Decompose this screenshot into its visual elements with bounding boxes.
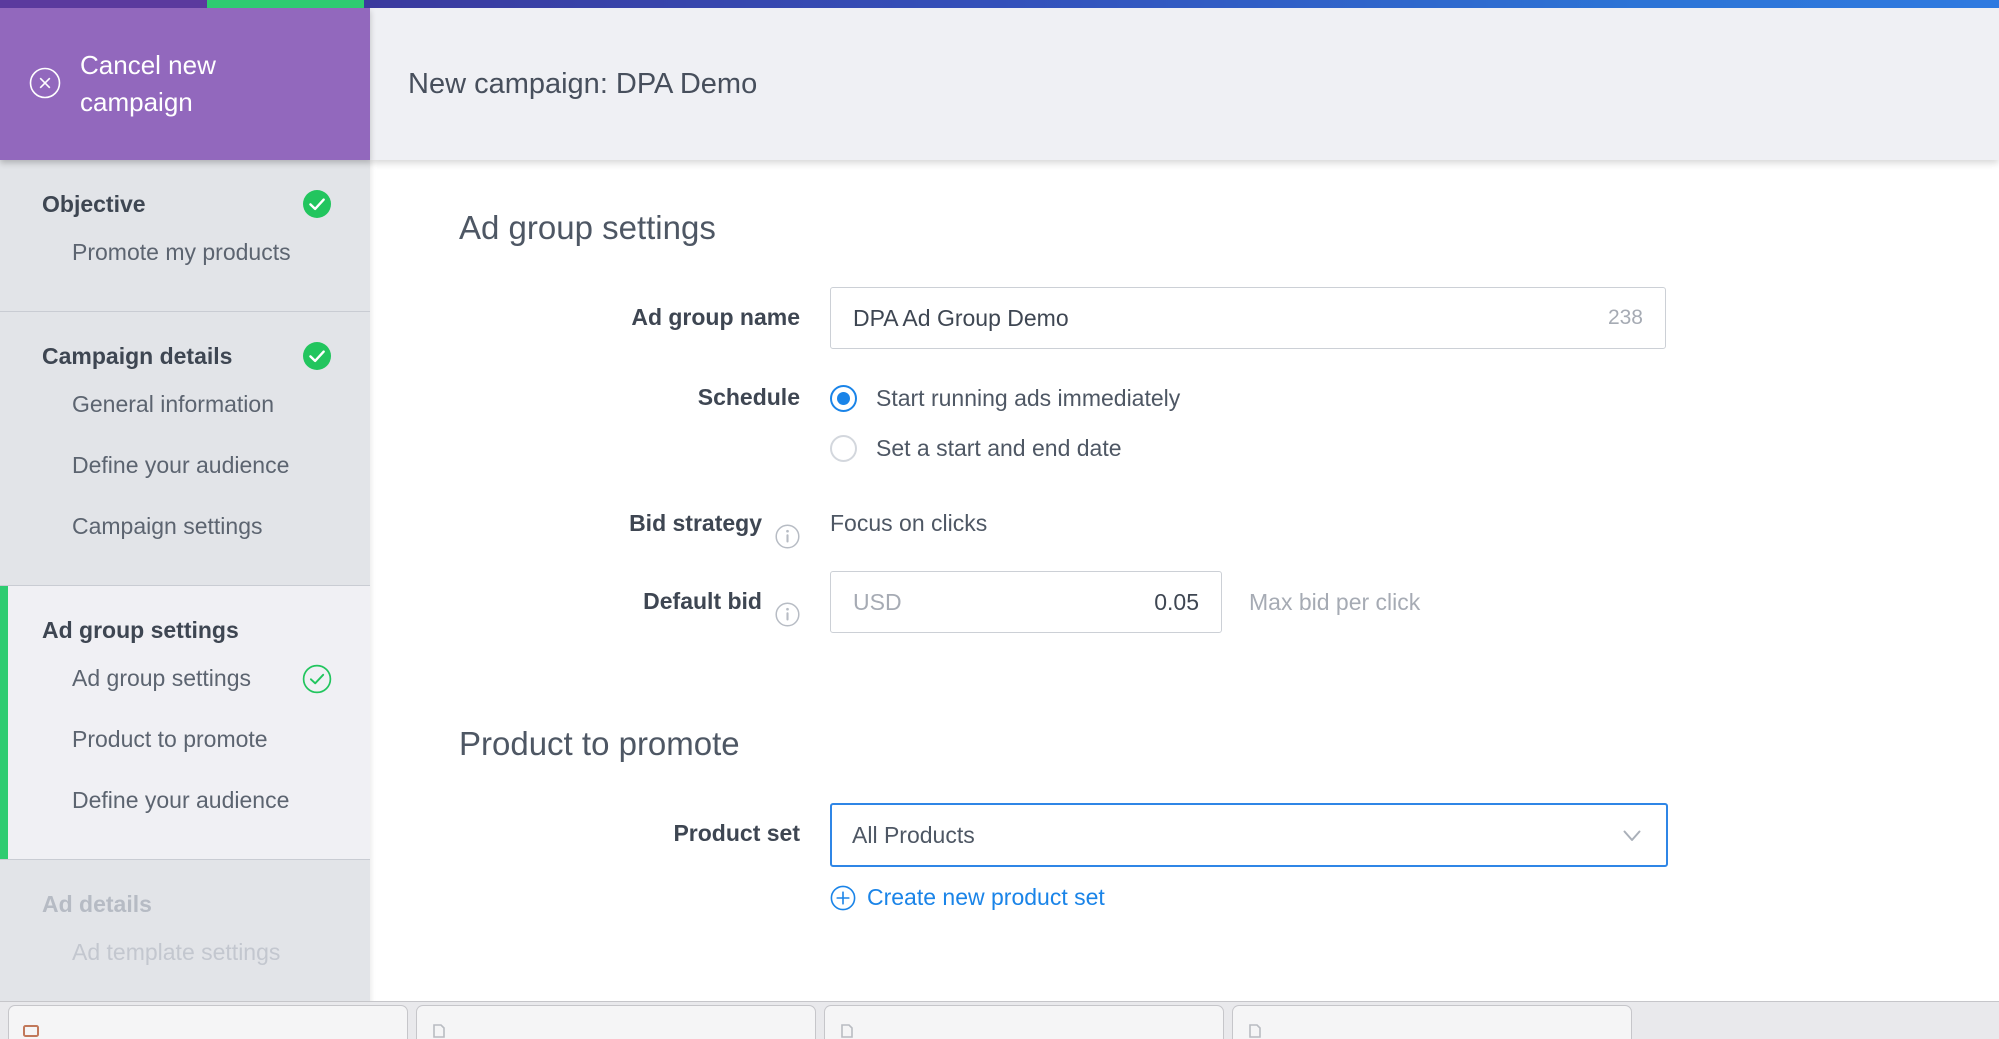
bid-strategy-label: Bid strategy [629, 510, 762, 536]
info-icon[interactable] [775, 511, 800, 549]
sidebar-item-label: Product to promote [72, 726, 268, 752]
radio-start-immediately[interactable]: Start running ads immediately [830, 373, 1180, 423]
bid-strategy-label-wrap: Bid strategy [370, 493, 800, 553]
check-outline-icon [302, 664, 332, 694]
schedule-field-wrap: Start running ads immediately Set a star… [830, 367, 1180, 473]
sidebar-section-label: Ad group settings [42, 616, 239, 643]
favicon-icon [21, 1021, 41, 1039]
check-filled-icon [302, 341, 332, 371]
sidebar-section-ad-group-settings[interactable]: Ad group settings Ad group settings Prod… [0, 586, 370, 860]
sidebar-item-label: Ad template settings [72, 939, 281, 965]
radio-label: Set a start and end date [876, 434, 1122, 461]
check-filled-icon [302, 189, 332, 219]
sidebar-section-title-ad-group-settings[interactable]: Ad group settings [0, 612, 370, 648]
info-icon[interactable] [775, 589, 800, 627]
favicon-icon [1245, 1021, 1265, 1039]
browser-tab[interactable] [8, 1005, 408, 1039]
favicon-icon [429, 1021, 449, 1039]
radio-set-start-end-date[interactable]: Set a start and end date [830, 423, 1180, 473]
product-set-value: All Products [852, 821, 975, 848]
sidebar-section-title-ad-details: Ad details [0, 886, 370, 922]
sidebar-item-label: Define your audience [72, 787, 290, 813]
sidebar-item-product-to-promote[interactable]: Product to promote [0, 709, 370, 770]
cancel-new-campaign-label: Cancel new campaign [80, 50, 216, 117]
sidebar-item-label: Define your audience [72, 452, 290, 478]
product-set-select[interactable]: All Products [830, 803, 1668, 867]
sidebar-item-general-information[interactable]: General information [0, 374, 370, 435]
default-bid-label-wrap: Default bid [370, 571, 800, 631]
ad-group-name-char-counter: 238 [1607, 306, 1643, 329]
plus-circle-icon [830, 885, 856, 911]
product-to-promote-heading: Product to promote [459, 725, 740, 762]
radio-unselected-icon [830, 434, 857, 462]
default-bid-currency: USD [853, 588, 902, 615]
ad-group-settings-heading: Ad group settings [459, 209, 716, 246]
browser-tab[interactable] [1232, 1005, 1632, 1039]
browser-tab-strip[interactable] [0, 1001, 1999, 1039]
sidebar-item-define-your-audience-adgroup[interactable]: Define your audience [0, 770, 370, 831]
bid-strategy-value: Focus on clicks [830, 510, 988, 536]
default-bid-field-wrap: USD 0.05 Max bid per click [830, 571, 1420, 633]
product-set-field-wrap: All Products [830, 803, 1668, 867]
page-title: New campaign: DPA Demo [408, 67, 758, 100]
main-content: Ad group settings Ad group name DPA Ad G… [370, 160, 1999, 1039]
app-root: Cancel new campaign New campaign: DPA De… [0, 0, 1999, 1039]
browser-tab[interactable] [416, 1005, 816, 1039]
favicon-icon [837, 1021, 857, 1039]
radio-label: Start running ads immediately [876, 384, 1181, 411]
radio-selected-icon [830, 384, 857, 412]
campaign-progress-bar [0, 0, 1999, 8]
sidebar-item-label: Ad group settings [72, 665, 252, 691]
ad-group-name-label: Ad group name [631, 304, 800, 330]
close-circle-icon [28, 66, 62, 100]
sidebar-section-objective[interactable]: Objective Promote my products [0, 160, 370, 312]
field-row-default-bid: Default bid USD 0.05 Max bid per click [370, 571, 1999, 633]
default-bid-input[interactable]: USD 0.05 [830, 571, 1222, 633]
progress-segment-campaign-details [207, 0, 364, 8]
sidebar-item-campaign-settings[interactable]: Campaign settings [0, 496, 370, 557]
ad-group-name-field-wrap: DPA Ad Group Demo 238 [830, 287, 1666, 349]
ad-group-name-value: DPA Ad Group Demo [853, 304, 1069, 331]
field-row-schedule: Schedule Start running ads immediately S… [370, 367, 1999, 473]
page-header: New campaign: DPA Demo [370, 8, 1999, 160]
default-bid-amount: 0.05 [1154, 588, 1199, 615]
default-bid-label: Default bid [643, 588, 762, 614]
field-row-ad-group-name: Ad group name DPA Ad Group Demo 238 [370, 287, 1999, 349]
sidebar-item-label: Campaign settings [72, 513, 263, 539]
sidebar-item-define-your-audience[interactable]: Define your audience [0, 435, 370, 496]
progress-segment-objective [0, 0, 207, 8]
sidebar-section-label: Campaign details [42, 342, 233, 369]
sidebar-item-label: General information [72, 391, 274, 417]
sidebar-section-title-objective[interactable]: Objective [0, 186, 370, 222]
create-new-product-set-label: Create new product set [867, 884, 1105, 910]
campaign-steps-sidebar[interactable]: Objective Promote my products Campaign d… [0, 160, 370, 1039]
browser-tab[interactable] [824, 1005, 1224, 1039]
sidebar-item-promote-my-products[interactable]: Promote my products [0, 222, 370, 283]
schedule-label: Schedule [697, 384, 800, 410]
sidebar-section-campaign-details[interactable]: Campaign details General information Def… [0, 312, 370, 586]
sidebar-section-title-campaign-details[interactable]: Campaign details [0, 338, 370, 374]
create-new-product-set-link[interactable]: Create new product set [830, 884, 1999, 911]
field-row-bid-strategy: Bid strategy Focus on clicks [370, 493, 1999, 553]
bid-strategy-field-wrap: Focus on clicks [830, 493, 987, 553]
chevron-down-icon [1618, 821, 1646, 849]
cancel-new-campaign-button[interactable]: Cancel new campaign [0, 8, 370, 160]
sidebar-section-label: Objective [42, 190, 146, 217]
sidebar-item-ad-template-settings: Ad template settings [0, 922, 370, 983]
schedule-radio-group[interactable]: Start running ads immediately Set a star… [830, 367, 1180, 473]
field-row-product-set: Product set All Products [370, 803, 1999, 867]
product-set-label: Product set [673, 820, 800, 846]
sidebar-section-label: Ad details [42, 890, 152, 917]
sidebar-item-ad-group-settings[interactable]: Ad group settings [0, 648, 370, 709]
sidebar-section-ad-details: Ad details Ad template settings [0, 860, 370, 1012]
sidebar-item-label: Promote my products [72, 239, 291, 265]
ad-group-name-input[interactable]: DPA Ad Group Demo 238 [830, 287, 1666, 349]
progress-segment-remaining [364, 0, 1999, 8]
default-bid-hint: Max bid per click [1249, 589, 1421, 615]
